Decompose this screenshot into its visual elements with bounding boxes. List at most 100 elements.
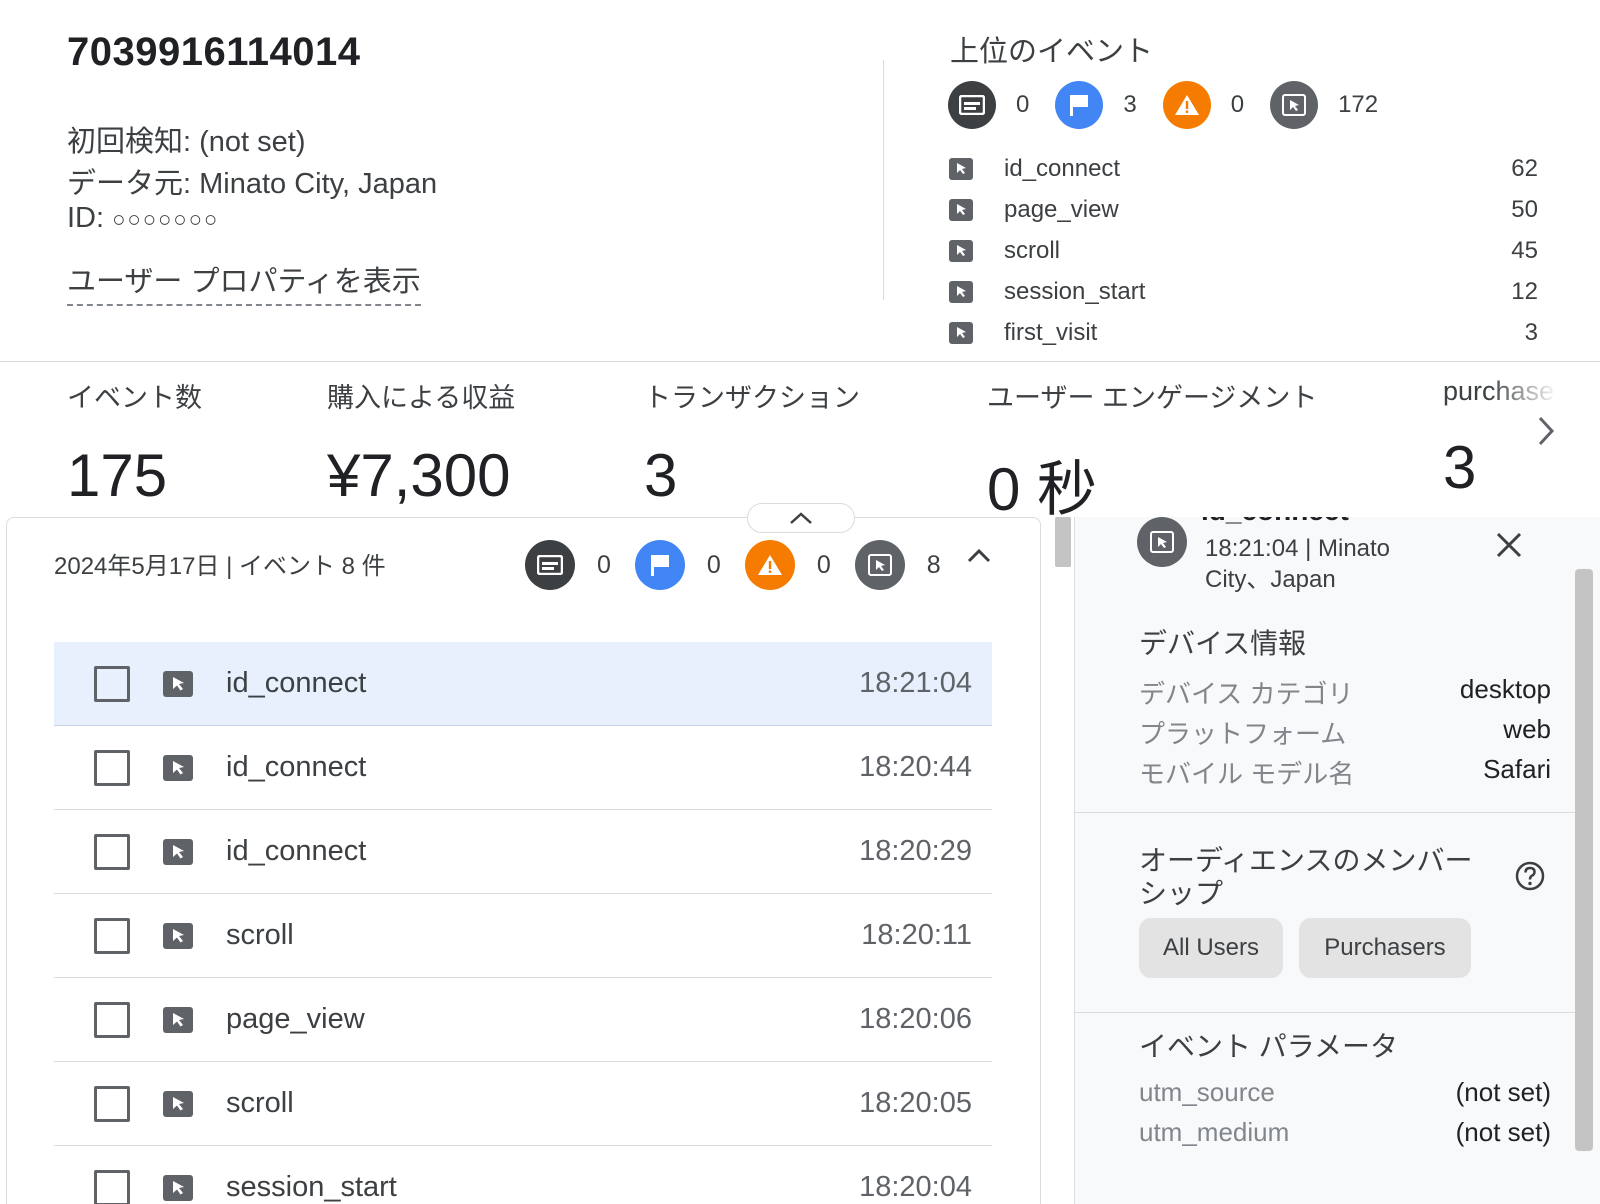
cursor-icon	[162, 668, 194, 700]
row-checkbox[interactable]	[94, 833, 130, 870]
cursor-icon	[162, 836, 194, 868]
event-name: first_visit	[1004, 318, 1098, 346]
user-id: 7039916114014	[67, 30, 361, 74]
row-checkbox[interactable]	[94, 917, 130, 954]
cursor-icon	[162, 920, 194, 952]
type-chip-error[interactable]: 0	[744, 540, 831, 590]
table-row[interactable]: id_connect 18:20:29	[54, 810, 992, 894]
event-name: scroll	[226, 1087, 294, 1119]
event-count: 12	[1511, 277, 1538, 305]
chevron-up-icon	[967, 548, 991, 563]
type-chip-conversion[interactable]: 0	[634, 540, 721, 590]
user-id-field: ID: ○○○○○○○	[67, 202, 219, 235]
row-checkbox[interactable]	[94, 749, 130, 786]
event-time: 18:20:04	[859, 1171, 972, 1203]
screen-icon	[525, 540, 575, 590]
cursor-icon	[948, 279, 974, 305]
list-item[interactable]: scroll 45	[948, 230, 1538, 271]
event-name: session_start	[226, 1171, 397, 1203]
event-time: 18:21:04	[859, 667, 972, 699]
top-events-title: 上位のイベント	[950, 36, 1154, 68]
table-row[interactable]: scroll 18:20:05	[54, 1062, 992, 1146]
divider	[1075, 1012, 1575, 1013]
table-row[interactable]: page_view 18:20:06	[54, 978, 992, 1062]
key: モバイル モデル名	[1139, 759, 1355, 789]
event-name: page_view	[226, 1003, 365, 1035]
row-checkbox[interactable]	[94, 1001, 130, 1038]
metric-value: 0 秒	[987, 456, 1098, 523]
close-button[interactable]	[1487, 523, 1531, 567]
utm-medium-row: utm_medium (not set)	[1139, 1117, 1551, 1148]
event-name: session_start	[1004, 277, 1146, 305]
platform-row: プラットフォーム web	[1139, 714, 1551, 751]
cursor-icon	[1137, 517, 1187, 567]
timeline-scrollbar[interactable]	[1047, 517, 1077, 1204]
next-metrics-button[interactable]	[1526, 406, 1566, 456]
event-count: 45	[1511, 236, 1538, 264]
cursor-icon	[162, 1088, 194, 1120]
audience-chip-purchasers[interactable]: Purchasers	[1299, 918, 1471, 978]
event-list: id_connect 18:21:04 id_connect 18:20:44 …	[54, 642, 992, 1204]
value: (not set)	[1455, 1117, 1551, 1147]
collapse-day-button[interactable]	[967, 548, 991, 569]
utm-source-row: utm_source (not set)	[1139, 1077, 1551, 1108]
table-row[interactable]: scroll 18:20:11	[54, 894, 992, 978]
scrollbar-thumb[interactable]	[1055, 517, 1071, 567]
event-count: 50	[1511, 195, 1538, 223]
id-label: ID:	[67, 202, 105, 234]
event-name: id_connect	[226, 667, 367, 699]
metrics-strip: イベント数 175 購入による収益 ¥7,300 トランザクション 3 ユーザー…	[0, 362, 1600, 523]
panel-scrollbar[interactable]	[1575, 569, 1593, 1151]
help-icon[interactable]	[1515, 861, 1545, 896]
top-events-list: id_connect 62 page_view 50 scroll 45 ses…	[948, 148, 1538, 353]
chevron-up-icon	[790, 512, 812, 524]
event-name: scroll	[1004, 236, 1061, 264]
type-chip-conversion[interactable]: 3	[1055, 81, 1137, 129]
metric-purchase-revenue: 購入による収益 ¥7,300	[327, 376, 515, 510]
list-item[interactable]: first_visit 3	[948, 312, 1538, 353]
row-checkbox[interactable]	[94, 1169, 130, 1204]
type-chip-event[interactable]: 172	[1270, 81, 1378, 129]
row-checkbox[interactable]	[94, 1085, 130, 1122]
type-count: 0	[597, 550, 611, 579]
key: utm_medium	[1139, 1117, 1290, 1147]
value: desktop	[1459, 674, 1551, 704]
type-chip-event[interactable]: 8	[854, 540, 941, 590]
event-name: id_connect	[226, 835, 367, 867]
metric-label: 購入による収益	[327, 383, 516, 413]
value: web	[1503, 714, 1551, 744]
list-item[interactable]: page_view 50	[948, 189, 1538, 230]
type-count: 172	[1338, 91, 1379, 118]
event-timeline: 2024年5月17日 | イベント 8 件 0 0 0 8 id_connect…	[6, 517, 1041, 1204]
metric-transactions: トランザクション 3	[644, 376, 860, 510]
cursor-icon	[948, 320, 974, 346]
metric-value: ¥7,300	[327, 442, 511, 509]
view-user-properties-link[interactable]: ユーザー プロパティを表示	[67, 258, 421, 306]
type-chip-screen[interactable]: 0	[525, 540, 611, 590]
table-row[interactable]: id_connect 18:20:44	[54, 726, 992, 810]
collapse-summary-button[interactable]	[747, 503, 855, 533]
flag-icon	[634, 540, 685, 590]
type-count: 3	[1123, 91, 1137, 118]
table-row[interactable]: session_start 18:20:04	[54, 1146, 992, 1204]
metric-event-count: イベント数 175	[67, 376, 202, 510]
audience-chip-all-users[interactable]: All Users	[1139, 918, 1283, 978]
metric-label: purchase	[1443, 376, 1555, 406]
list-item[interactable]: id_connect 62	[948, 148, 1538, 189]
table-row[interactable]: id_connect 18:21:04	[54, 642, 992, 726]
cursor-icon	[948, 197, 974, 223]
list-item[interactable]: session_start 12	[948, 271, 1538, 312]
type-chip-error[interactable]: 0	[1162, 81, 1244, 129]
device-info-title: デバイス情報	[1139, 628, 1307, 659]
mobile-model-row: モバイル モデル名 Safari	[1139, 754, 1551, 791]
first-seen: 初回検知: (not set)	[67, 126, 306, 158]
event-type-summary: 0 3 0 172	[948, 80, 1404, 130]
user-summary-card: 7039916114014 初回検知: (not set) データ元: Mina…	[0, 0, 1600, 362]
event-detail-title: id_connect	[1201, 517, 1349, 527]
event-name: scroll	[226, 919, 294, 951]
warning-icon	[744, 540, 795, 590]
type-chip-screen[interactable]: 0	[948, 81, 1029, 129]
row-checkbox[interactable]	[94, 665, 130, 702]
chevron-right-icon	[1538, 416, 1555, 446]
event-count: 3	[1524, 318, 1538, 346]
